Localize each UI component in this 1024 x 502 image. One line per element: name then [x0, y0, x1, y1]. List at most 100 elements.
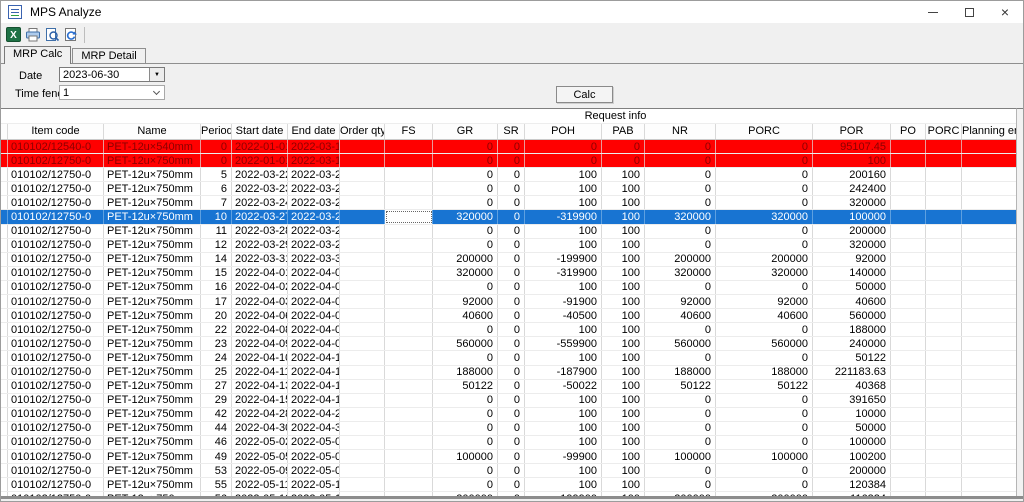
cell[interactable]: 0 — [498, 210, 525, 223]
cell[interactable]: 2022-01-01 — [232, 154, 288, 167]
cell[interactable] — [962, 309, 1018, 322]
cell[interactable] — [962, 295, 1018, 308]
cell[interactable]: 2022-04-03 — [288, 295, 340, 308]
cell[interactable]: 92000 — [716, 295, 813, 308]
cell[interactable] — [340, 422, 385, 435]
cell[interactable]: 2022-03-17 — [288, 154, 340, 167]
cell[interactable] — [385, 394, 433, 407]
cell[interactable] — [385, 323, 433, 336]
cell[interactable] — [385, 168, 433, 181]
print-preview-button[interactable] — [42, 25, 61, 44]
cell[interactable]: 92000 — [645, 295, 716, 308]
cell[interactable]: 100 — [602, 478, 645, 491]
cell[interactable]: 0 — [498, 436, 525, 449]
cell[interactable] — [891, 154, 926, 167]
cell[interactable]: 0 — [498, 295, 525, 308]
cell[interactable]: 010102/12750-0 — [8, 295, 104, 308]
cell[interactable]: 010102/12750-0 — [8, 436, 104, 449]
cell[interactable] — [385, 182, 433, 195]
cell[interactable]: 2022-03-31 — [232, 253, 288, 266]
table-row[interactable]: 010102/12750-0PET-12u×750mm252022-04-112… — [1, 366, 1018, 380]
cell[interactable]: 200000 — [716, 253, 813, 266]
cell[interactable]: 010102/12750-0 — [8, 351, 104, 364]
row-indicator[interactable] — [1, 478, 8, 491]
cell[interactable]: 23 — [201, 337, 232, 350]
table-row[interactable]: 010102/12750-0PET-12u×750mm122022-03-292… — [1, 239, 1018, 253]
cell[interactable]: 010102/12750-0 — [8, 366, 104, 379]
cell[interactable]: 010102/12750-0 — [8, 168, 104, 181]
cell[interactable]: 100 — [602, 225, 645, 238]
cell[interactable]: 320000 — [645, 210, 716, 223]
cell[interactable] — [962, 380, 1018, 393]
cell[interactable]: -40500 — [525, 309, 602, 322]
cell[interactable]: -559900 — [525, 337, 602, 350]
cell[interactable]: 010102/12750-0 — [8, 253, 104, 266]
cell[interactable]: PET-12u×750mm — [104, 281, 201, 294]
cell[interactable]: 100 — [525, 436, 602, 449]
cell[interactable]: PET-12u×750mm — [104, 182, 201, 195]
cell[interactable]: 2022-01-01 — [232, 140, 288, 153]
cell[interactable]: 010102/12750-0 — [8, 323, 104, 336]
cell[interactable] — [385, 337, 433, 350]
row-indicator[interactable] — [1, 182, 8, 195]
cell[interactable]: PET-12u×750mm — [104, 436, 201, 449]
cell[interactable]: 0 — [498, 366, 525, 379]
cell[interactable] — [926, 253, 962, 266]
cell[interactable] — [926, 337, 962, 350]
cell[interactable]: 0 — [498, 394, 525, 407]
cell[interactable] — [926, 394, 962, 407]
column-header-pab[interactable]: PAB — [602, 124, 645, 139]
cell[interactable] — [340, 380, 385, 393]
cell[interactable]: 100 — [525, 168, 602, 181]
cell[interactable]: 0 — [716, 436, 813, 449]
table-row[interactable]: 010102/12750-0PET-12u×750mm62022-03-2320… — [1, 182, 1018, 196]
row-indicator[interactable] — [1, 309, 8, 322]
cell[interactable]: 2022-05-05 — [288, 450, 340, 463]
cell[interactable] — [385, 281, 433, 294]
row-indicator[interactable] — [1, 464, 8, 477]
column-header-por[interactable]: POR — [813, 124, 891, 139]
cell[interactable]: 100000 — [645, 450, 716, 463]
cell[interactable] — [926, 239, 962, 252]
cell[interactable]: 2022-04-28 — [232, 408, 288, 421]
cell[interactable]: 0 — [645, 394, 716, 407]
tab-mrp-calc[interactable]: MRP Calc — [4, 46, 71, 64]
cell[interactable]: 0 — [433, 154, 498, 167]
cell[interactable]: 2022-04-08 — [232, 323, 288, 336]
cell[interactable]: 0 — [716, 408, 813, 421]
cell[interactable]: 0 — [498, 450, 525, 463]
cell[interactable]: 6 — [201, 182, 232, 195]
cell[interactable] — [891, 295, 926, 308]
cell[interactable] — [891, 380, 926, 393]
row-indicator[interactable] — [1, 337, 8, 350]
cell[interactable] — [891, 408, 926, 421]
cell[interactable]: 100 — [813, 154, 891, 167]
cell[interactable]: PET-12u×750mm — [104, 210, 201, 223]
cell[interactable]: 0 — [433, 394, 498, 407]
cell[interactable]: 49 — [201, 450, 232, 463]
cell[interactable]: 100 — [602, 239, 645, 252]
cell[interactable] — [891, 267, 926, 280]
cell[interactable]: 2022-04-30 — [288, 422, 340, 435]
cell[interactable]: 2022-03-17 — [288, 140, 340, 153]
cell[interactable]: 2022-04-06 — [232, 309, 288, 322]
print-button[interactable] — [23, 25, 42, 44]
cell[interactable]: 2022-05-09 — [232, 464, 288, 477]
cell[interactable]: 2022-04-01 — [232, 267, 288, 280]
cell[interactable]: PET-12u×750mm — [104, 168, 201, 181]
cell[interactable]: 200000 — [813, 225, 891, 238]
cell[interactable]: 188000 — [813, 323, 891, 336]
cell[interactable] — [385, 210, 433, 223]
time-fence-combobox[interactable]: 1 — [59, 85, 165, 100]
cell[interactable]: 0 — [716, 140, 813, 153]
cell[interactable] — [340, 309, 385, 322]
cell[interactable]: PET-12u×750mm — [104, 154, 201, 167]
cell[interactable]: 2022-04-15 — [288, 394, 340, 407]
cell[interactable]: PET-12u×750mm — [104, 366, 201, 379]
cell[interactable]: 140000 — [813, 267, 891, 280]
cell[interactable]: 100 — [602, 464, 645, 477]
cell[interactable]: 100 — [602, 267, 645, 280]
table-row[interactable]: 010102/12750-0PET-12u×750mm102022-03-272… — [1, 210, 1018, 224]
cell[interactable]: 20 — [201, 309, 232, 322]
cell[interactable]: 0 — [498, 182, 525, 195]
